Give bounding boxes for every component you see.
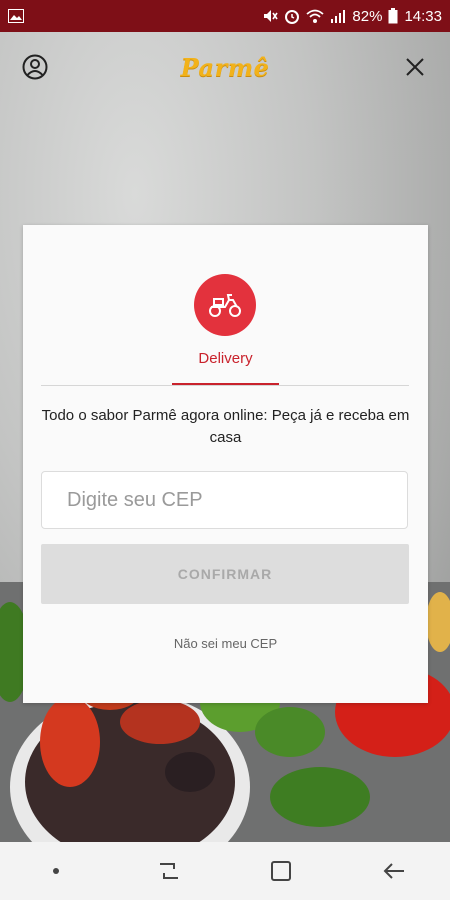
- back-icon: [383, 863, 404, 879]
- back-button[interactable]: [369, 851, 419, 891]
- delivery-tab-icon[interactable]: [194, 274, 256, 336]
- status-bar: 82% 14:33: [0, 0, 450, 32]
- delivery-tab-label[interactable]: Delivery: [23, 350, 428, 367]
- no-cep-link[interactable]: Não sei meu CEP: [23, 636, 428, 651]
- scooter-icon: [209, 294, 241, 317]
- profile-button[interactable]: [20, 52, 50, 82]
- signal-icon: [330, 9, 346, 23]
- recent-apps-icon: [159, 863, 178, 879]
- promo-text: Todo o sabor Parmê agora online: Peça já…: [41, 407, 410, 446]
- profile-icon: [22, 54, 48, 80]
- divider: [41, 385, 409, 386]
- alarm-icon: [284, 8, 300, 24]
- clock: 14:33: [404, 7, 442, 25]
- cep-input[interactable]: [41, 471, 408, 529]
- home-button[interactable]: [256, 851, 306, 891]
- delivery-card: Delivery Todo o sabor Parmê agora online…: [23, 225, 428, 703]
- battery-percent: 82%: [352, 7, 383, 25]
- confirm-button[interactable]: CONFIRMAR: [41, 544, 409, 604]
- battery-icon: [388, 8, 398, 24]
- gallery-icon: [8, 9, 24, 23]
- recent-apps-button[interactable]: [144, 851, 194, 891]
- dot-icon: [53, 868, 60, 874]
- header: Parmê: [0, 32, 450, 102]
- mute-icon: [262, 8, 279, 24]
- active-tab-indicator: [172, 383, 279, 385]
- wifi-icon: [306, 9, 325, 24]
- nav-dot-button[interactable]: [31, 851, 81, 891]
- home-icon: [271, 861, 292, 881]
- navigation-bar: [0, 842, 450, 900]
- close-icon: [406, 58, 424, 76]
- brand-logo: Parmê: [180, 52, 270, 82]
- close-button[interactable]: [400, 52, 430, 82]
